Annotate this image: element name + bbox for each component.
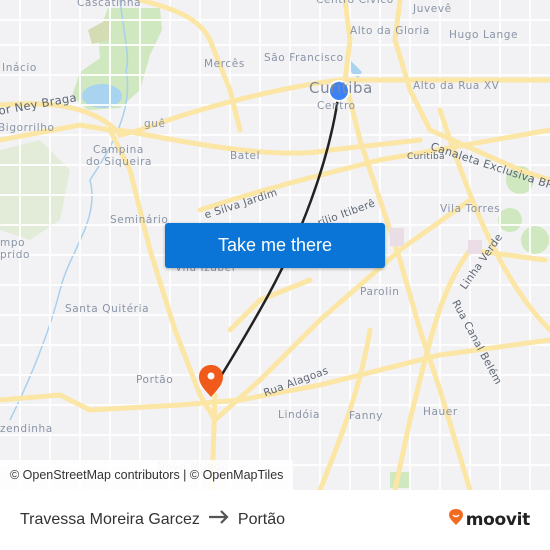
map-label-do-siqueira: do Siqueira (86, 156, 153, 168)
landmark-area (390, 228, 404, 246)
moovit-pin-icon (448, 508, 464, 531)
map-label-comprido: prido (0, 249, 30, 261)
origin-name: Travessa Moreira Garcez (20, 510, 200, 528)
map-label-alto-da-rua-xv: Alto da Rua XV (413, 80, 500, 92)
map-label-vila-torres: Vila Torres (440, 203, 501, 215)
map-label-campo: mpo (0, 237, 26, 249)
map-label-seminario: Seminário (110, 214, 169, 226)
map-label-campina: Campina (93, 144, 144, 156)
map-label-juveve: Juvevê (413, 3, 452, 15)
park-area (521, 226, 549, 254)
map-label-alto-da-gloria: Alto da Gloria (350, 25, 430, 37)
map-label-ague: Bigorrilho (0, 122, 55, 134)
map-label-inacio: Inácio (2, 62, 37, 74)
map-label-fazendinha: zendinha (0, 423, 53, 435)
map-label-cascatinha: Cascatinha (77, 0, 142, 9)
map-attribution: © OpenStreetMap contributors | © OpenMap… (0, 460, 294, 490)
destination-name: Portão (237, 510, 286, 528)
map-label-hauer: Hauer (423, 406, 458, 418)
attribution-text[interactable]: © OpenStreetMap contributors | © OpenMap… (10, 468, 283, 482)
map-label-lindoia: Lindóia (278, 409, 321, 421)
park-area (88, 18, 112, 44)
map-label-fanny: Fanny (349, 410, 384, 422)
take-me-there-button[interactable]: Take me there (165, 223, 385, 268)
map-label-centro-civico: Centro Cívico (316, 0, 394, 6)
map-label-santa-quiteria: Santa Quitéria (65, 303, 150, 315)
map-label-portao: Portão (136, 374, 174, 386)
map[interactable]: Cascatinha Centro Cívico Juvevê Alto da … (0, 0, 550, 490)
map-label-merces: Mercês (204, 58, 245, 70)
map-label-curitiba: Curitiba (309, 79, 373, 97)
map-label-batel: Batel (230, 150, 261, 162)
route-summary: Travessa Moreira Garcez Portão (20, 510, 285, 529)
map-label-bigorrilho: guê (144, 118, 166, 130)
destination-pin-icon[interactable] (199, 365, 223, 397)
map-label-centro: Centro (317, 100, 356, 112)
park-area (498, 208, 522, 232)
brand-name: moovit (465, 509, 531, 530)
map-label-curitiba-station: Curitiba (407, 152, 445, 162)
map-label-hugo-lange: Hugo Lange (449, 29, 519, 41)
arrow-right-icon (208, 510, 230, 529)
map-label-sao-francisco: São Francisco (264, 52, 344, 64)
footer: Travessa Moreira Garcez Portão moovit (0, 490, 550, 550)
map-label-parolin: Parolin (360, 286, 400, 298)
moovit-logo[interactable]: moovit (448, 508, 530, 531)
